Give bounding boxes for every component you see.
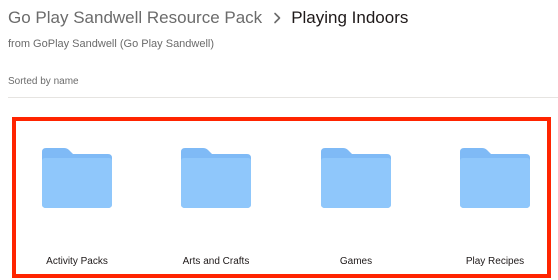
folder-icon	[321, 148, 391, 208]
breadcrumb-parent-link[interactable]: Go Play Sandwell Resource Pack	[8, 8, 262, 28]
divider	[8, 97, 558, 98]
folder-tile[interactable]: Activity Packs	[17, 121, 137, 274]
chevron-right-icon	[270, 11, 284, 25]
folder-name: Activity Packs	[46, 256, 108, 267]
folder-icon	[460, 148, 530, 208]
folder-tile[interactable]: Arts and Crafts	[156, 121, 276, 274]
folder-name: Play Recipes	[465, 256, 525, 267]
folder-name: Games	[339, 256, 373, 267]
folder-grid: Activity Packs Arts and Crafts Games Pla…	[16, 121, 547, 274]
breadcrumb: Go Play Sandwell Resource Pack Playing I…	[8, 6, 408, 30]
folder-tile[interactable]: Play Recipes	[435, 121, 555, 274]
folder-icon	[42, 148, 112, 208]
folder-name: Arts and Crafts	[182, 256, 250, 267]
page-title: Playing Indoors	[291, 8, 409, 27]
folder-tile[interactable]: Games	[296, 121, 416, 274]
folder-icon	[181, 148, 251, 208]
owner-text: from GoPlay Sandwell (Go Play Sandwell)	[8, 38, 215, 50]
sort-label[interactable]: Sorted by name	[8, 76, 79, 87]
